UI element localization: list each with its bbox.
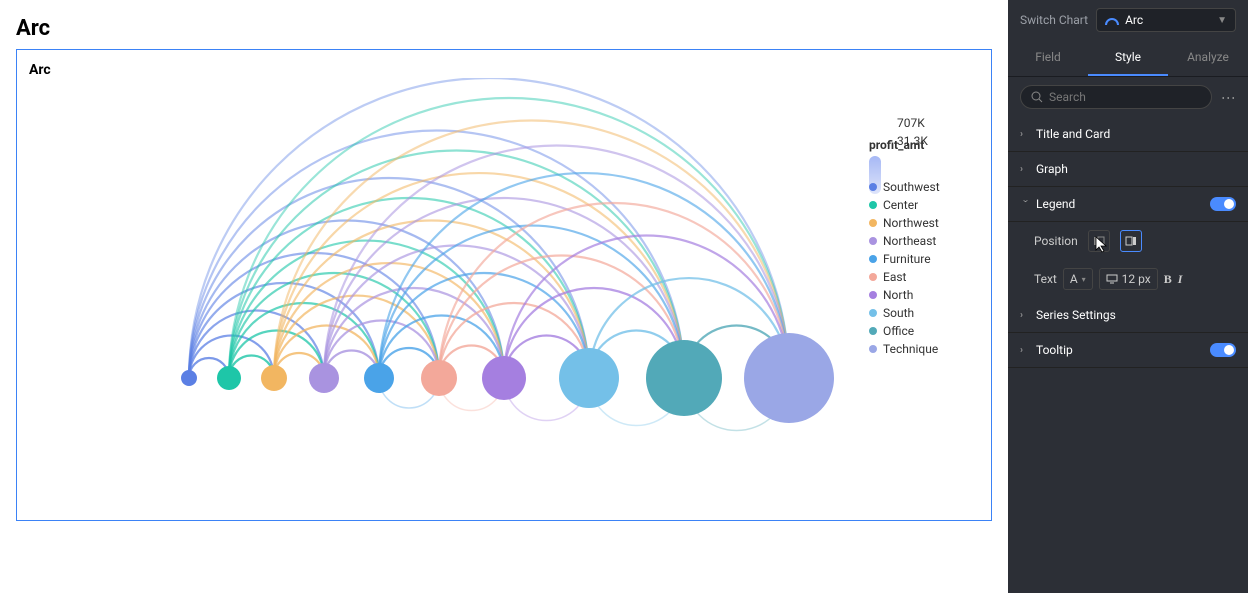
legend-item[interactable]: East (869, 270, 979, 284)
legend-swatch (869, 183, 877, 191)
bold-button[interactable]: B (1164, 272, 1172, 287)
monitor-icon (1106, 274, 1118, 284)
legend-swatch (869, 219, 877, 227)
legend-swatch (869, 309, 877, 317)
position-left-button[interactable] (1088, 230, 1110, 252)
legend-swatch (869, 255, 877, 263)
chart-node[interactable] (309, 363, 339, 393)
legend-item[interactable]: Office (869, 324, 979, 338)
search-icon (1031, 91, 1043, 103)
legend-text-row: Text A ▾ 12 px B I (1008, 260, 1248, 298)
font-family-select[interactable]: A ▾ (1063, 268, 1093, 290)
legend-label: Office (883, 324, 914, 338)
chart-node[interactable] (744, 333, 834, 423)
chart-node[interactable] (559, 348, 619, 408)
legend-item[interactable]: Northwest (869, 216, 979, 230)
legend-toggle[interactable] (1210, 197, 1236, 211)
more-icon[interactable]: ⋮ (1220, 91, 1236, 104)
chart-node[interactable] (261, 365, 287, 391)
legend-item[interactable]: Northeast (869, 234, 979, 248)
position-left-icon (1093, 235, 1105, 247)
search-input[interactable]: Search (1020, 85, 1212, 109)
switch-chart-select[interactable]: Arc ▼ (1096, 8, 1236, 32)
legend-label: East (883, 270, 906, 284)
card-title: Arc (29, 62, 979, 78)
legend-item[interactable]: Center (869, 198, 979, 212)
legend: profit_amt 707K 31.3K SouthwestCenterNor… (869, 78, 979, 508)
chart-node[interactable] (364, 363, 394, 393)
switch-chart-label: Switch Chart (1020, 13, 1088, 27)
chart-node[interactable] (646, 340, 722, 416)
chart-node[interactable] (181, 370, 197, 386)
chevron-right-icon: › (1020, 164, 1030, 175)
style-sidepanel: Switch Chart Arc ▼ Field Style Analyze S… (1008, 0, 1248, 593)
legend-item[interactable]: Furniture (869, 252, 979, 266)
legend-swatch (869, 345, 877, 353)
legend-swatch (869, 201, 877, 209)
arc-icon (1105, 13, 1119, 27)
legend-item[interactable]: South (869, 306, 979, 320)
chevron-right-icon: › (1020, 345, 1030, 356)
tabs: Field Style Analyze (1008, 40, 1248, 77)
chevron-down-icon: › (1020, 199, 1031, 209)
legend-label: Northeast (883, 234, 936, 248)
legend-item[interactable]: Southwest (869, 180, 979, 194)
legend-label: South (883, 306, 914, 320)
text-label: Text (1034, 272, 1057, 286)
legend-item[interactable]: North (869, 288, 979, 302)
legend-label: Southwest (883, 180, 940, 194)
page-title: Arc (16, 16, 992, 41)
section-title-card[interactable]: › Title and Card (1008, 117, 1248, 152)
legend-swatch (869, 291, 877, 299)
tooltip-toggle[interactable] (1210, 343, 1236, 357)
chevron-down-icon: ▼ (1217, 15, 1227, 26)
chart-card: Arc profit_amt 707K 31.3K SouthwestCente… (16, 49, 992, 521)
chart-node[interactable] (217, 366, 241, 390)
section-graph[interactable]: › Graph (1008, 152, 1248, 187)
tab-field[interactable]: Field (1008, 40, 1088, 76)
tab-analyze[interactable]: Analyze (1168, 40, 1248, 76)
legend-label: Center (883, 198, 918, 212)
section-tooltip[interactable]: › Tooltip (1008, 333, 1248, 368)
font-size-select[interactable]: 12 px (1099, 268, 1158, 290)
italic-button[interactable]: I (1178, 272, 1183, 287)
position-label: Position (1034, 234, 1078, 248)
chevron-right-icon: › (1020, 129, 1030, 140)
legend-min: 31.3K (897, 132, 928, 150)
position-right-icon (1125, 235, 1137, 247)
legend-item[interactable]: Technique (869, 342, 979, 356)
chart-node[interactable] (421, 360, 457, 396)
legend-swatch (869, 237, 877, 245)
legend-label: North (883, 288, 913, 302)
position-right-button[interactable] (1120, 230, 1142, 252)
chart-node[interactable] (482, 356, 526, 400)
legend-label: Furniture (883, 252, 931, 266)
legend-swatch (869, 327, 877, 335)
section-legend[interactable]: › Legend (1008, 187, 1248, 222)
section-series-settings[interactable]: › Series Settings (1008, 298, 1248, 333)
legend-max: 707K (897, 114, 928, 132)
legend-swatch (869, 273, 877, 281)
legend-label: Northwest (883, 216, 939, 230)
chevron-right-icon: › (1020, 310, 1030, 321)
arc-chart (29, 78, 869, 508)
tab-style[interactable]: Style (1088, 40, 1168, 76)
legend-label: Technique (883, 342, 938, 356)
legend-position-row: Position (1008, 222, 1248, 260)
